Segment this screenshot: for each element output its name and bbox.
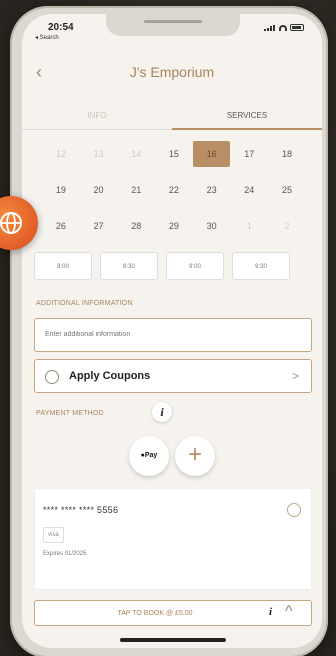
calendar-day[interactable]: 22 [155,177,193,203]
calendar-day[interactable]: 24 [230,177,268,203]
tab-bar: INFO SERVICES [22,102,322,130]
tab-services[interactable]: SERVICES [172,102,322,130]
card-expiry: Expires 01/2025 [43,551,87,557]
battery-icon [290,24,304,31]
time-slot[interactable]: 8:30 [100,252,158,280]
calendar-day[interactable]: 26 [42,213,80,239]
calendar-day[interactable]: 21 [117,177,155,203]
card-type-badge: visa [43,527,64,543]
calendar-day[interactable]: 19 [42,177,80,203]
calendar-week: 19 20 21 22 23 24 25 [42,172,306,208]
home-indicator [120,638,226,642]
calendar-day-selected[interactable]: 16 [192,141,231,167]
calendar-day: 12 [55,149,66,159]
payment-options: ●Pay + [129,436,215,476]
calendar-day[interactable]: 20 [80,177,118,203]
apple-pay-button[interactable]: ●Pay [129,436,169,476]
calendar-week: 12 13 14 15 16 17 18 [42,136,306,172]
status-time: 20:54 [48,22,74,33]
app-screen: 20:54 ◂ Search ‹ J's Emporium INFO SERVI… [22,14,322,648]
chevron-right-icon: > [291,369,299,383]
time-slot[interactable]: 8:00 [34,252,92,280]
card-number: **** **** **** 5556 [43,505,119,515]
additional-info-input[interactable] [34,318,312,352]
calendar-day: 1 [246,221,252,231]
additional-info-label: ADDITIONAL INFORMATION [36,300,133,307]
calendar-day[interactable]: 15 [155,141,193,167]
coupon-icon [45,370,59,384]
info-icon[interactable]: i [152,402,172,422]
calendar-day[interactable]: 18 [268,141,306,167]
saved-card[interactable]: **** **** **** 5556 visa Expires 01/2025 [34,488,312,590]
calendar-day: 14 [131,149,142,159]
calendar-week: 26 27 28 29 30 1 2 [42,208,306,244]
payment-method-label: PAYMENT METHOD [36,410,104,417]
header: ‹ J's Emporium [22,58,322,88]
calendar-day[interactable]: 27 [80,213,118,239]
apply-coupons-label: Apply Coupons [69,370,151,382]
back-to-app-link[interactable]: ◂ Search [35,34,59,41]
page-title: J's Emporium [129,64,215,80]
apply-coupons-button[interactable]: Apply Coupons > [34,359,312,393]
time-slot-row: 8:00 8:30 9:00 9:30 [34,252,322,280]
calendar-day: 13 [93,149,104,159]
chevron-up-icon[interactable]: ^ [285,603,293,621]
wifi-icon [279,24,287,31]
card-select-radio[interactable] [287,503,301,517]
calendar-day[interactable]: 23 [193,177,231,203]
calendar-day[interactable]: 28 [117,213,155,239]
book-button[interactable]: TAP TO BOOK @ £5.00 i ^ [34,600,312,626]
time-slot[interactable]: 9:00 [166,252,224,280]
apple-pay-label: Pay [144,452,158,459]
status-bar: 20:54 ◂ Search [22,14,322,44]
status-icons [264,24,304,31]
calendar-day[interactable]: 30 [193,213,231,239]
time-slot[interactable]: 9:30 [232,252,290,280]
tab-info[interactable]: INFO [22,102,172,130]
calendar-day[interactable]: 25 [268,177,306,203]
calendar-day[interactable]: 29 [155,213,193,239]
calendar-day: 2 [284,221,290,231]
booking-info-icon[interactable]: i [269,606,272,618]
calendar-day[interactable]: 17 [230,141,268,167]
calendar: 12 13 14 15 16 17 18 19 20 21 22 23 24 2… [42,136,306,244]
add-payment-button[interactable]: + [175,436,215,476]
signal-icon [264,24,276,31]
book-label: TAP TO BOOK @ £5.00 [117,610,193,617]
